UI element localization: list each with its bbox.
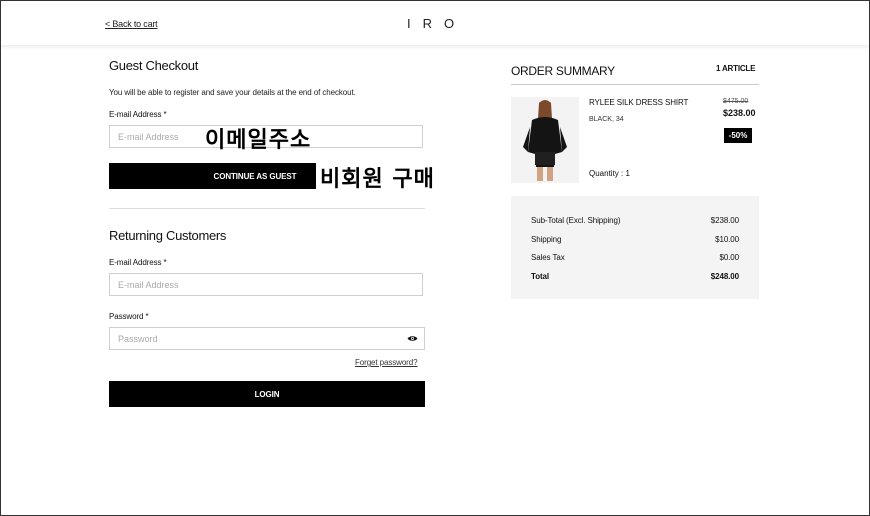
product-name[interactable]: RYLEE SILK DRESS SHIRT <box>589 98 688 107</box>
article-count: 1 ARTICLE <box>716 64 756 73</box>
product-quantity: Quantity : 1 <box>589 169 630 178</box>
sales-tax-value: $0.00 <box>719 253 739 262</box>
shipping-label: Shipping <box>531 235 562 244</box>
product-image[interactable] <box>511 97 579 183</box>
total-row: Total $248.00 <box>531 272 739 281</box>
sales-tax-label: Sales Tax <box>531 253 565 262</box>
order-totals-panel: Sub-Total (Excl. Shipping) $238.00 Shipp… <box>511 196 759 299</box>
shipping-value: $10.00 <box>715 235 739 244</box>
login-email-input[interactable] <box>109 273 423 296</box>
subtotal-row: Sub-Total (Excl. Shipping) $238.00 <box>531 216 739 225</box>
product-sale-price: $238.00 <box>723 108 756 118</box>
guest-purchase-annotation: 비회원 구매 <box>316 161 439 193</box>
subtotal-label: Sub-Total (Excl. Shipping) <box>531 216 621 225</box>
forgot-password-link[interactable]: Forget password? <box>355 358 418 367</box>
login-email-label: E-mail Address * <box>109 258 167 267</box>
guest-email-label: E-mail Address * <box>109 110 167 119</box>
login-button[interactable]: LOGIN <box>109 381 425 407</box>
email-annotation: 이메일주소 <box>205 128 312 153</box>
order-summary-title: ORDER SUMMARY <box>511 64 615 78</box>
guest-checkout-description: You will be able to register and save yo… <box>109 88 356 97</box>
product-variant: BLACK, 34 <box>589 116 624 123</box>
total-label: Total <box>531 272 550 281</box>
returning-customers-title: Returning Customers <box>109 228 227 243</box>
total-value: $248.00 <box>710 272 739 281</box>
order-summary-divider <box>511 84 759 85</box>
subtotal-value: $238.00 <box>710 216 739 225</box>
page-frame: < Back to cart IRO Guest Checkout You wi… <box>0 0 870 516</box>
product-original-price: $475.00 <box>723 98 749 105</box>
shipping-row: Shipping $10.00 <box>531 235 739 244</box>
section-divider <box>109 208 425 209</box>
site-header: < Back to cart IRO <box>1 1 869 45</box>
back-to-cart-link[interactable]: < Back to cart <box>105 19 158 29</box>
product-photo-illustration <box>511 97 579 183</box>
discount-badge: -50% <box>724 128 752 143</box>
guest-checkout-title: Guest Checkout <box>109 58 199 73</box>
eye-icon[interactable] <box>407 335 418 342</box>
password-input[interactable] <box>109 327 425 350</box>
brand-logo[interactable]: IRO <box>407 16 466 31</box>
continue-as-guest-label: CONTINUE AS GUEST <box>213 171 297 181</box>
password-label: Password * <box>109 312 149 321</box>
sales-tax-row: Sales Tax $0.00 <box>531 253 739 262</box>
